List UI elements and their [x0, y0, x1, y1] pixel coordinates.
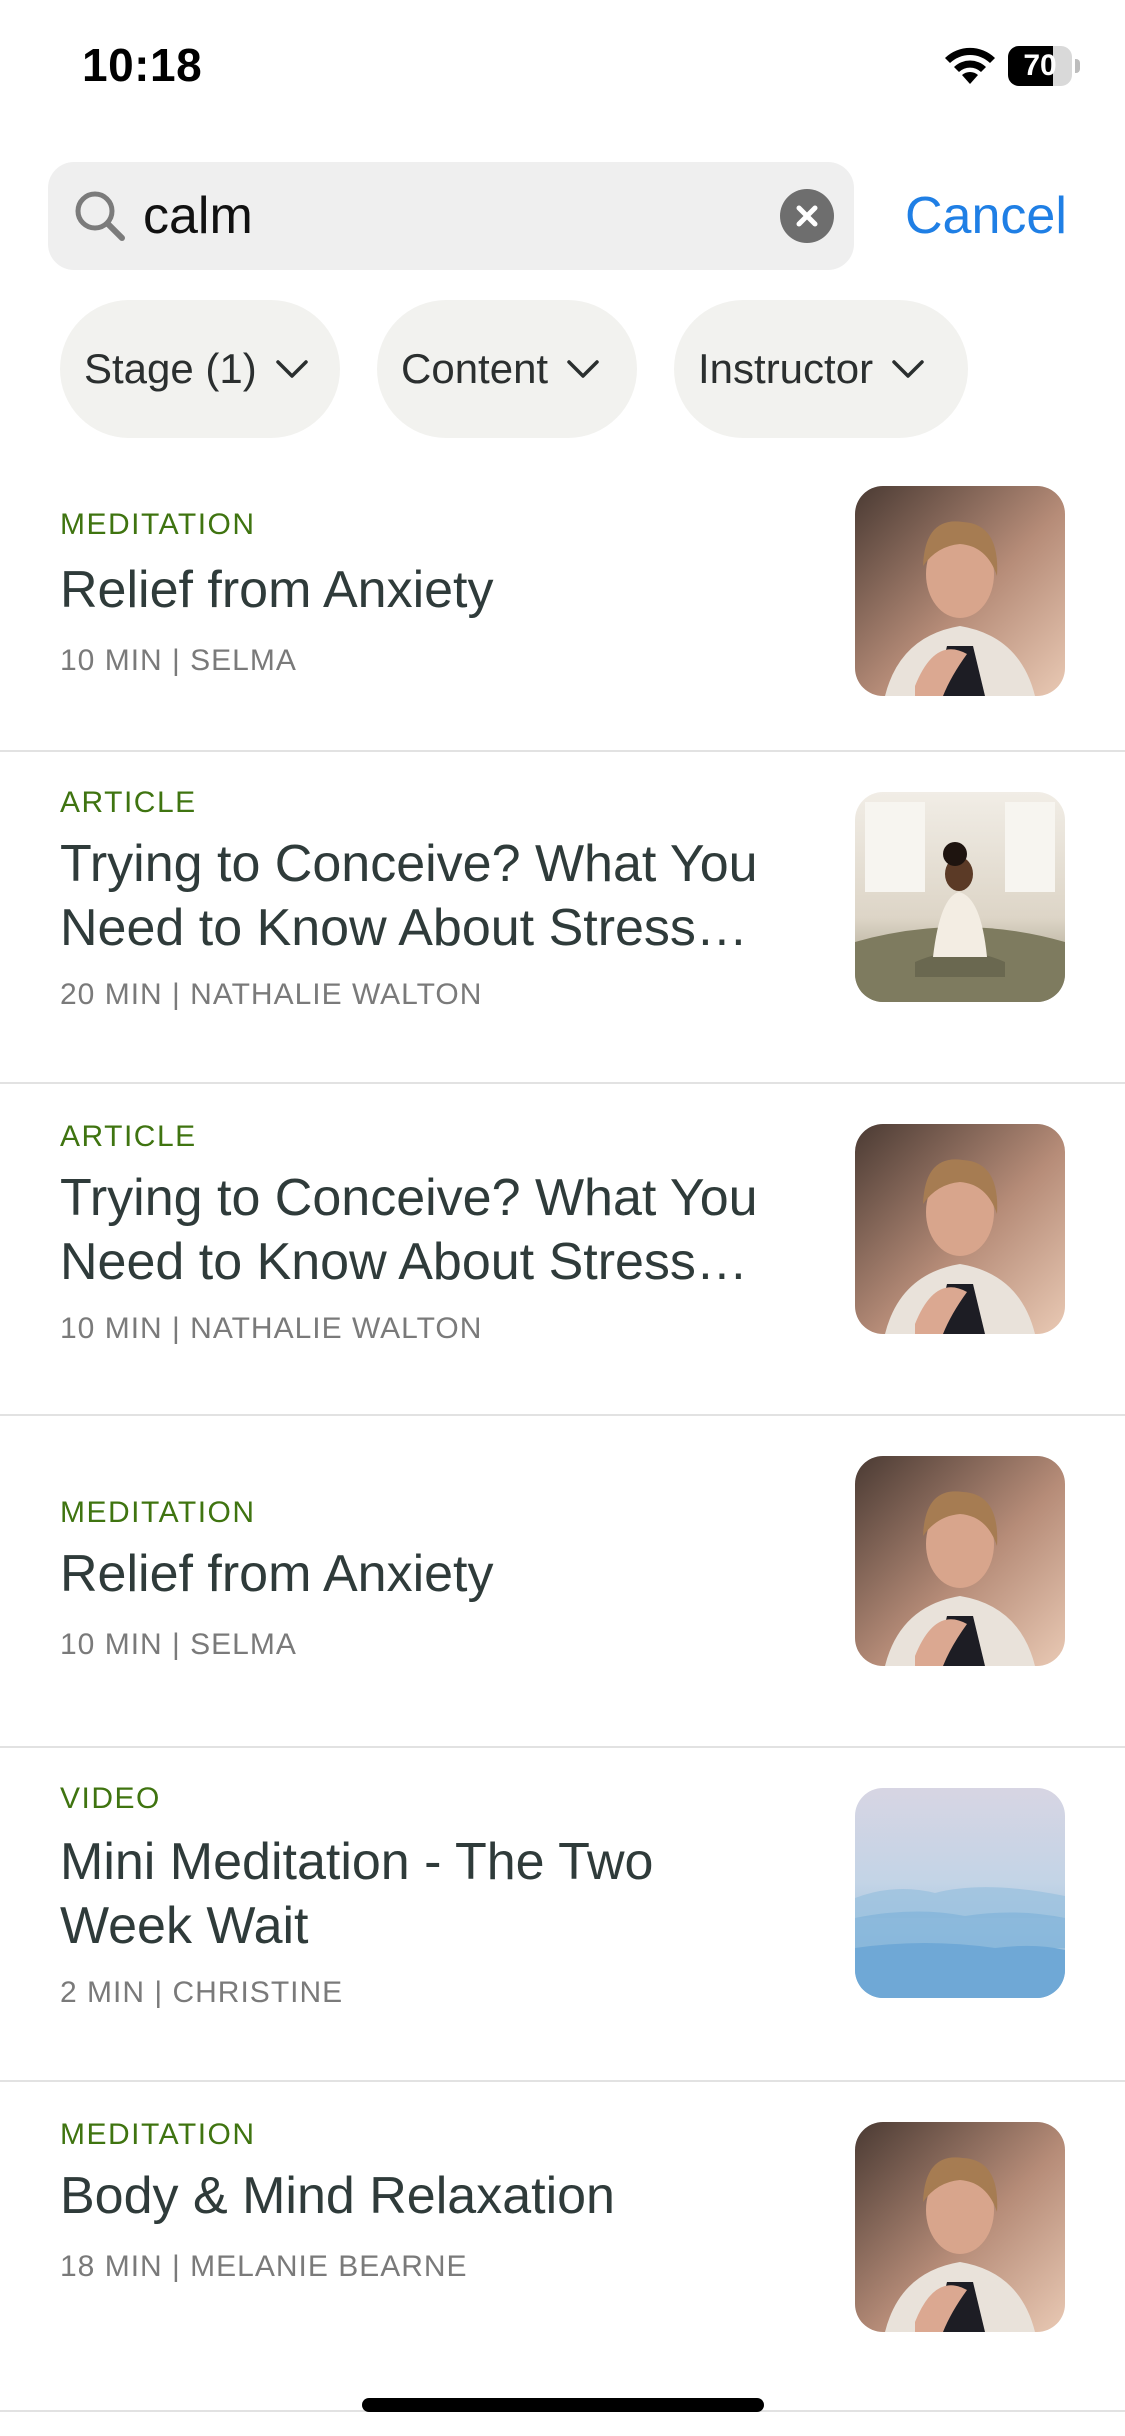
list-item[interactable]: MEDITATION Relief from Anxiety 10 MIN | … — [0, 472, 1125, 752]
filter-instructor-chip[interactable]: Instructor — [674, 300, 968, 438]
item-title: Body & Mind Relaxation — [60, 2167, 615, 2225]
item-meta: 10 MIN | SELMA — [60, 1628, 297, 1661]
item-title: Relief from Anxiety — [60, 1545, 494, 1603]
list-item[interactable]: MEDITATION Relief from Anxiety 10 MIN | … — [0, 1414, 1125, 1748]
item-meta: 2 MIN | CHRISTINE — [60, 1976, 344, 2009]
item-title: Trying to Conceive? What You Need to Kno… — [60, 1169, 758, 1291]
item-category: MEDITATION — [60, 2118, 256, 2151]
status-time: 10:18 — [82, 39, 203, 91]
chevron-down-icon — [276, 360, 308, 378]
item-thumbnail — [855, 2122, 1065, 2332]
filter-chips: Stage (1) Content Instructor — [0, 300, 1125, 440]
list-item[interactable]: ARTICLE Trying to Conceive? What You Nee… — [0, 750, 1125, 1084]
list-item[interactable]: VIDEO Mini Meditation - The Two Week Wai… — [0, 1746, 1125, 2082]
filter-instructor-label: Instructor — [698, 345, 874, 392]
item-category: MEDITATION — [60, 1496, 256, 1529]
item-category: VIDEO — [60, 1782, 161, 1815]
close-icon — [796, 205, 818, 227]
battery-icon: 70 — [1008, 46, 1080, 86]
filter-content-chip[interactable]: Content — [377, 300, 637, 438]
clear-search-button[interactable] — [780, 189, 834, 243]
search-query-text: calm — [143, 187, 253, 245]
search-icon — [75, 191, 125, 241]
battery-percentage: 70 — [1023, 49, 1057, 82]
home-indicator — [362, 2398, 764, 2412]
filter-content-label: Content — [401, 345, 549, 392]
cancel-button[interactable]: Cancel — [905, 186, 1067, 246]
item-thumbnail — [855, 1124, 1065, 1334]
item-meta: 10 MIN | NATHALIE WALTON — [60, 1312, 483, 1345]
wifi-icon — [945, 47, 995, 84]
search-input[interactable]: calm — [48, 162, 854, 270]
item-thumbnail — [855, 486, 1065, 696]
item-meta: 18 MIN | MELANIE BEARNE — [60, 2250, 468, 2283]
search-bar-row: calm Cancel — [0, 162, 1125, 270]
item-title: Trying to Conceive? What You Need to Kno… — [60, 835, 758, 957]
filter-stage-chip[interactable]: Stage (1) — [60, 300, 340, 438]
item-thumbnail — [855, 1456, 1065, 1666]
chevron-down-icon — [567, 360, 599, 378]
status-bar: 10:18 70 — [0, 0, 1125, 140]
item-thumbnail — [855, 1788, 1065, 1998]
filter-stage-label: Stage (1) — [84, 345, 257, 392]
item-meta: 10 MIN | SELMA — [60, 644, 297, 677]
list-item[interactable]: MEDITATION Body & Mind Relaxation 18 MIN… — [0, 2080, 1125, 2412]
item-thumbnail — [855, 792, 1065, 1002]
list-item[interactable]: ARTICLE Trying to Conceive? What You Nee… — [0, 1082, 1125, 1416]
item-title: Relief from Anxiety — [60, 561, 494, 619]
item-meta: 20 MIN | NATHALIE WALTON — [60, 978, 483, 1011]
chevron-down-icon — [892, 360, 924, 378]
item-title: Mini Meditation - The Two Week Wait — [60, 1833, 654, 1955]
item-category: ARTICLE — [60, 786, 197, 819]
item-category: ARTICLE — [60, 1120, 197, 1153]
item-category: MEDITATION — [60, 508, 256, 541]
